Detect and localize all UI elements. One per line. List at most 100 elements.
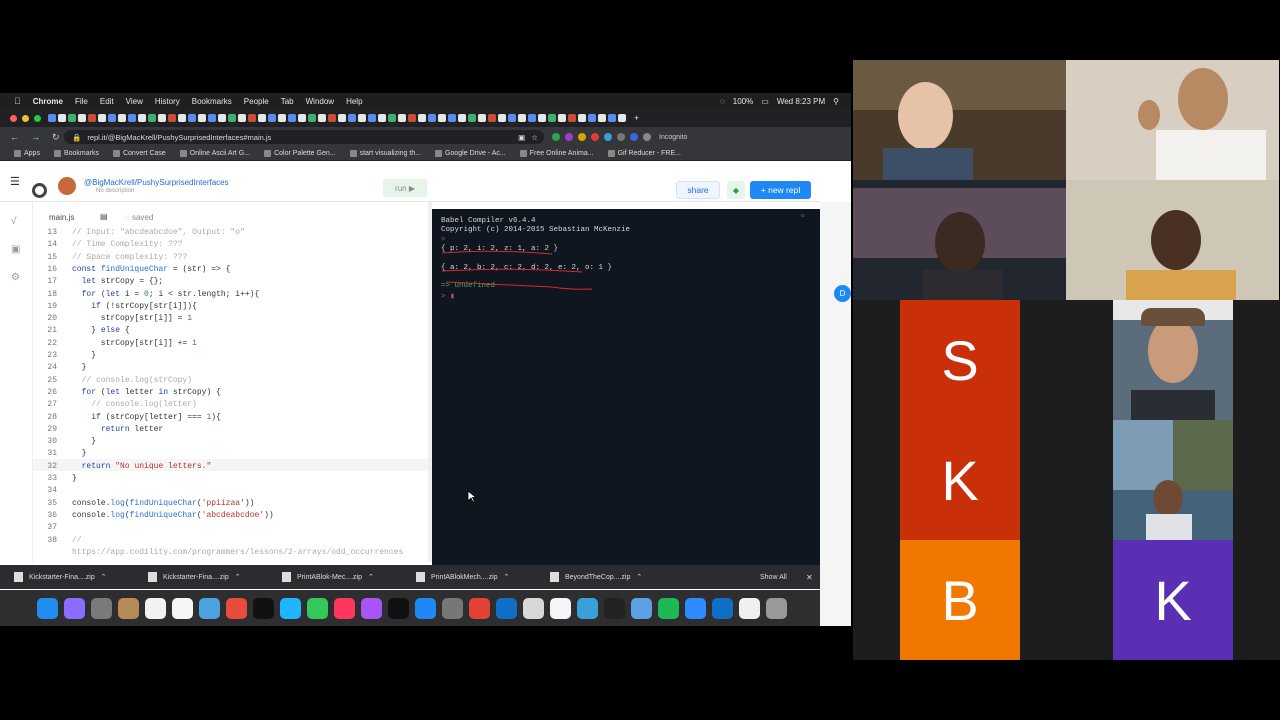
- tab-favicon[interactable]: [508, 114, 516, 122]
- participant-initial-tile[interactable]: K: [900, 420, 1020, 540]
- menu-edit[interactable]: Edit: [100, 97, 114, 106]
- new-repl-button[interactable]: + new repl: [750, 181, 811, 199]
- code-line[interactable]: for (let letter in strCopy) {: [72, 387, 221, 399]
- bookmark-apps[interactable]: Apps: [14, 150, 40, 157]
- menu-tab[interactable]: Tab: [281, 97, 294, 106]
- download-item[interactable]: Kickstarter-Fina....zip ⌃: [0, 572, 134, 582]
- dock-app-icon[interactable]: [766, 597, 787, 619]
- tab-favicon[interactable]: [498, 114, 506, 122]
- tab-favicon[interactable]: [208, 114, 216, 122]
- tab-favicon[interactable]: [58, 114, 66, 122]
- tab-favicon[interactable]: [268, 114, 276, 122]
- code-line[interactable]: } else {: [72, 325, 129, 337]
- dock-app-icon[interactable]: [253, 597, 274, 619]
- code-line[interactable]: console.log(findUniqueChar('ppiizaa')): [72, 498, 254, 510]
- code-line[interactable]: // console.log(letter): [72, 399, 197, 411]
- code-line[interactable]: //: [72, 535, 82, 547]
- code-line[interactable]: if (!strCopy[str[i]]){: [72, 301, 197, 313]
- replit-logo[interactable]: [32, 183, 47, 198]
- tab-favicon[interactable]: [178, 114, 186, 122]
- tab-favicon[interactable]: [248, 114, 256, 122]
- bookmark-start-visualizing[interactable]: start visualizing th...: [349, 150, 421, 157]
- menu-view[interactable]: View: [126, 97, 143, 106]
- hamburger-menu-icon[interactable]: ☰: [10, 175, 20, 188]
- dock-app-icon[interactable]: [307, 597, 328, 619]
- dock-app-icon[interactable]: [91, 597, 112, 619]
- participant-video[interactable]: [1066, 60, 1279, 180]
- dock-app-icon[interactable]: [64, 597, 85, 619]
- battery-icon[interactable]: ▭: [761, 97, 769, 106]
- code-line[interactable]: strCopy[str[i]] = 1: [72, 313, 192, 325]
- tab-favicon[interactable]: [78, 114, 86, 122]
- code-line[interactable]: // console.log(strCopy): [72, 375, 192, 387]
- tab-favicon[interactable]: [388, 114, 396, 122]
- repl-path[interactable]: @BigMacKrell/PushySurprisedInterfaces: [84, 178, 229, 187]
- menu-window[interactable]: Window: [306, 97, 334, 106]
- download-item[interactable]: Kickstarter-Fina....zip ⌃: [134, 572, 268, 582]
- new-tab-icon[interactable]: +: [634, 113, 639, 123]
- tab-favicon[interactable]: [128, 114, 136, 122]
- tab-favicon[interactable]: [588, 114, 596, 122]
- code-line[interactable]: strCopy[str[i]] += 1: [72, 338, 197, 350]
- code-line[interactable]: }: [72, 473, 77, 485]
- download-item[interactable]: PrintABlok-Mec....zip ⌃: [268, 572, 402, 582]
- tab-favicon[interactable]: [318, 114, 326, 122]
- tab-favicon[interactable]: [558, 114, 566, 122]
- participant-video[interactable]: [1113, 420, 1233, 540]
- tab-favicon[interactable]: [158, 114, 166, 122]
- tab-favicon[interactable]: [488, 114, 496, 122]
- dock-app-icon[interactable]: [685, 597, 706, 619]
- close-icon[interactable]: ✕: [806, 573, 813, 582]
- tab-favicon[interactable]: [518, 114, 526, 122]
- dock-app-icon[interactable]: [550, 597, 571, 619]
- tab-favicons[interactable]: [48, 114, 626, 122]
- tab-favicon[interactable]: [408, 114, 416, 122]
- incognito-label[interactable]: Incognito: [659, 134, 687, 141]
- menu-clock[interactable]: Wed 8:23 PM: [777, 97, 825, 106]
- forward-icon[interactable]: →: [31, 132, 40, 143]
- dock-app-icon[interactable]: [388, 597, 409, 619]
- tab-favicon[interactable]: [578, 114, 586, 122]
- address-bar[interactable]: 🔒 repl.it/@BigMacKrell/PushySurprisedInt…: [64, 130, 544, 144]
- console-pane[interactable]: Babel Compiler v6.4.4 Copyright (c) 2014…: [432, 209, 820, 565]
- code-line[interactable]: }: [72, 350, 96, 362]
- tab-favicon[interactable]: [398, 114, 406, 122]
- tab-favicon[interactable]: [538, 114, 546, 122]
- run-button[interactable]: run ▶: [383, 179, 427, 197]
- dock-app-icon[interactable]: [496, 597, 517, 619]
- dock-app-icon[interactable]: [172, 597, 193, 619]
- tab-favicon[interactable]: [118, 114, 126, 122]
- dock-app-icon[interactable]: [658, 597, 679, 619]
- apple-icon[interactable]: : [14, 96, 21, 106]
- tab-favicon[interactable]: [308, 114, 316, 122]
- dock-app-icon[interactable]: [739, 597, 760, 619]
- tab-favicon[interactable]: [598, 114, 606, 122]
- dock-app-icon[interactable]: [280, 597, 301, 619]
- bookmark-google-drive[interactable]: Google Drive - Ac...: [435, 150, 506, 157]
- tab-favicon[interactable]: [138, 114, 146, 122]
- tab-favicon[interactable]: [428, 114, 436, 122]
- dock-app-icon[interactable]: [604, 597, 625, 619]
- tab-favicon[interactable]: [528, 114, 536, 122]
- tab-favicon[interactable]: [88, 114, 96, 122]
- dock-app-icon[interactable]: [199, 597, 220, 619]
- code-line[interactable]: // Time Complexity: ???: [72, 239, 182, 251]
- tab-favicon[interactable]: [328, 114, 336, 122]
- dock-app-icon[interactable]: [118, 597, 139, 619]
- dock-app-icon[interactable]: [334, 597, 355, 619]
- participant-video[interactable]: [1113, 300, 1233, 420]
- settings-icon[interactable]: ⚙: [11, 272, 22, 283]
- zoom-window-icon[interactable]: [34, 114, 41, 122]
- tab-favicon[interactable]: [348, 114, 356, 122]
- tab-favicon[interactable]: [68, 114, 76, 122]
- code-line[interactable]: const findUniqueChar = (str) => {: [72, 264, 230, 276]
- dock-app-icon[interactable]: [226, 597, 247, 619]
- tab-favicon[interactable]: [468, 114, 476, 122]
- minimize-window-icon[interactable]: [22, 114, 29, 122]
- tab-favicon[interactable]: [458, 114, 466, 122]
- tab-favicon[interactable]: [258, 114, 266, 122]
- bookmark-convert-case[interactable]: Convert Case: [112, 150, 166, 157]
- spotlight-icon[interactable]: ⚲: [833, 97, 839, 106]
- repl-description[interactable]: No description: [96, 188, 134, 194]
- bookmark-gif-reducer[interactable]: Gif Reducer - FRE...: [607, 150, 681, 157]
